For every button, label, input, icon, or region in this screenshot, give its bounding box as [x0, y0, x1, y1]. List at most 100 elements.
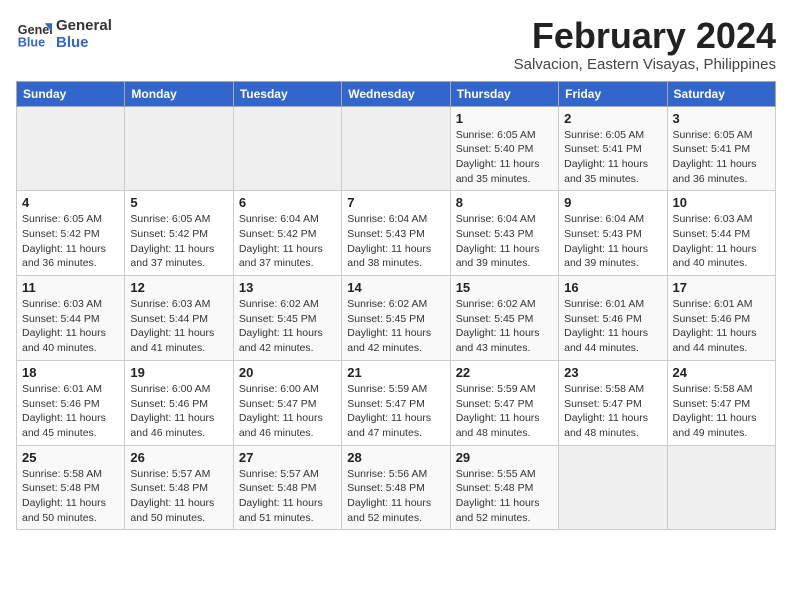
day-info: Sunrise: 6:01 AM Sunset: 5:46 PM Dayligh…	[564, 297, 661, 356]
column-header-wednesday: Wednesday	[342, 81, 450, 106]
title-area: February 2024 Salvacion, Eastern Visayas…	[514, 16, 776, 73]
day-info: Sunrise: 6:04 AM Sunset: 5:43 PM Dayligh…	[347, 212, 444, 271]
calendar-cell	[125, 106, 233, 191]
day-number: 23	[564, 365, 661, 380]
calendar-week-row: 18 Sunrise: 6:01 AM Sunset: 5:46 PM Dayli…	[17, 360, 776, 445]
column-header-friday: Friday	[559, 81, 667, 106]
day-info: Sunrise: 5:58 AM Sunset: 5:48 PM Dayligh…	[22, 467, 119, 526]
calendar-cell: 21Sunrise: 5:59 AM Sunset: 5:47 PM Dayli…	[342, 360, 450, 445]
calendar-header-row: SundayMondayTuesdayWednesdayThursdayFrid…	[17, 81, 776, 106]
day-info: Sunrise: 6:04 AM Sunset: 5:42 PM Dayligh…	[239, 212, 336, 271]
logo-line1: General	[56, 17, 112, 34]
calendar-cell: 3Sunrise: 6:05 AM Sunset: 5:41 PM Daylig…	[667, 106, 775, 191]
day-number: 26	[130, 450, 227, 465]
calendar-cell: 11 Sunrise: 6:03 AM Sunset: 5:44 PM Dayli…	[17, 276, 125, 361]
calendar-table: SundayMondayTuesdayWednesdayThursdayFrid…	[16, 81, 776, 531]
day-info: Sunrise: 6:02 AM Sunset: 5:45 PM Dayligh…	[347, 297, 444, 356]
month-title: February 2024	[514, 16, 776, 56]
day-info: Sunrise: 6:00 AM Sunset: 5:46 PM Dayligh…	[130, 382, 227, 441]
day-number: 18	[22, 365, 119, 380]
day-info: Sunrise: 5:58 AM Sunset: 5:47 PM Dayligh…	[564, 382, 661, 441]
day-number: 3	[673, 111, 770, 126]
calendar-cell: 25 Sunrise: 5:58 AM Sunset: 5:48 PM Dayli…	[17, 445, 125, 530]
day-info: Sunrise: 5:59 AM Sunset: 5:47 PM Dayligh…	[456, 382, 553, 441]
calendar-cell	[559, 445, 667, 530]
calendar-cell: 10 Sunrise: 6:03 AM Sunset: 5:44 PM Dayli…	[667, 191, 775, 276]
calendar-cell: 24 Sunrise: 5:58 AM Sunset: 5:47 PM Dayli…	[667, 360, 775, 445]
day-info: Sunrise: 6:02 AM Sunset: 5:45 PM Dayligh…	[239, 297, 336, 356]
day-number: 17	[673, 280, 770, 295]
logo: General Blue General Blue	[16, 16, 112, 52]
calendar-cell: 29Sunrise: 5:55 AM Sunset: 5:48 PM Dayli…	[450, 445, 558, 530]
day-number: 25	[22, 450, 119, 465]
day-number: 19	[130, 365, 227, 380]
day-info: Sunrise: 6:03 AM Sunset: 5:44 PM Dayligh…	[22, 297, 119, 356]
calendar-cell: 6Sunrise: 6:04 AM Sunset: 5:42 PM Daylig…	[233, 191, 341, 276]
day-info: Sunrise: 6:00 AM Sunset: 5:47 PM Dayligh…	[239, 382, 336, 441]
column-header-tuesday: Tuesday	[233, 81, 341, 106]
calendar-week-row: 25 Sunrise: 5:58 AM Sunset: 5:48 PM Dayli…	[17, 445, 776, 530]
calendar-cell: 26 Sunrise: 5:57 AM Sunset: 5:48 PM Dayli…	[125, 445, 233, 530]
logo-icon: General Blue	[16, 16, 52, 52]
day-info: Sunrise: 6:01 AM Sunset: 5:46 PM Dayligh…	[673, 297, 770, 356]
day-info: Sunrise: 6:01 AM Sunset: 5:46 PM Dayligh…	[22, 382, 119, 441]
calendar-cell: 23 Sunrise: 5:58 AM Sunset: 5:47 PM Dayli…	[559, 360, 667, 445]
calendar-cell: 20Sunrise: 6:00 AM Sunset: 5:47 PM Dayli…	[233, 360, 341, 445]
calendar-cell: 12Sunrise: 6:03 AM Sunset: 5:44 PM Dayli…	[125, 276, 233, 361]
calendar-cell: 28 Sunrise: 5:56 AM Sunset: 5:48 PM Dayli…	[342, 445, 450, 530]
calendar-week-row: 1 Sunrise: 6:05 AM Sunset: 5:40 PM Daylig…	[17, 106, 776, 191]
calendar-cell	[342, 106, 450, 191]
subtitle: Salvacion, Eastern Visayas, Philippines	[514, 56, 776, 73]
calendar-cell	[667, 445, 775, 530]
calendar-cell: 15Sunrise: 6:02 AM Sunset: 5:45 PM Dayli…	[450, 276, 558, 361]
calendar-cell	[17, 106, 125, 191]
day-info: Sunrise: 6:04 AM Sunset: 5:43 PM Dayligh…	[456, 212, 553, 271]
column-header-thursday: Thursday	[450, 81, 558, 106]
calendar-cell: 5 Sunrise: 6:05 AM Sunset: 5:42 PM Daylig…	[125, 191, 233, 276]
day-info: Sunrise: 5:56 AM Sunset: 5:48 PM Dayligh…	[347, 467, 444, 526]
day-info: Sunrise: 6:03 AM Sunset: 5:44 PM Dayligh…	[673, 212, 770, 271]
day-number: 13	[239, 280, 336, 295]
column-header-sunday: Sunday	[17, 81, 125, 106]
day-info: Sunrise: 5:57 AM Sunset: 5:48 PM Dayligh…	[130, 467, 227, 526]
calendar-cell: 8 Sunrise: 6:04 AM Sunset: 5:43 PM Daylig…	[450, 191, 558, 276]
day-number: 11	[22, 280, 119, 295]
day-number: 5	[130, 195, 227, 210]
day-info: Sunrise: 5:57 AM Sunset: 5:48 PM Dayligh…	[239, 467, 336, 526]
logo-line2: Blue	[56, 34, 112, 51]
calendar-cell: 27 Sunrise: 5:57 AM Sunset: 5:48 PM Dayli…	[233, 445, 341, 530]
day-info: Sunrise: 6:05 AM Sunset: 5:42 PM Dayligh…	[130, 212, 227, 271]
calendar-cell: 1 Sunrise: 6:05 AM Sunset: 5:40 PM Daylig…	[450, 106, 558, 191]
day-number: 14	[347, 280, 444, 295]
day-number: 1	[456, 111, 553, 126]
day-number: 22	[456, 365, 553, 380]
column-header-monday: Monday	[125, 81, 233, 106]
day-number: 24	[673, 365, 770, 380]
calendar-cell: 9 Sunrise: 6:04 AM Sunset: 5:43 PM Daylig…	[559, 191, 667, 276]
calendar-cell: 7Sunrise: 6:04 AM Sunset: 5:43 PM Daylig…	[342, 191, 450, 276]
day-info: Sunrise: 6:05 AM Sunset: 5:41 PM Dayligh…	[564, 128, 661, 187]
day-info: Sunrise: 6:03 AM Sunset: 5:44 PM Dayligh…	[130, 297, 227, 356]
day-number: 28	[347, 450, 444, 465]
day-number: 4	[22, 195, 119, 210]
day-number: 16	[564, 280, 661, 295]
calendar-cell	[233, 106, 341, 191]
calendar-week-row: 4 Sunrise: 6:05 AM Sunset: 5:42 PM Daylig…	[17, 191, 776, 276]
day-info: Sunrise: 6:04 AM Sunset: 5:43 PM Dayligh…	[564, 212, 661, 271]
day-number: 2	[564, 111, 661, 126]
day-number: 29	[456, 450, 553, 465]
day-number: 27	[239, 450, 336, 465]
day-info: Sunrise: 5:58 AM Sunset: 5:47 PM Dayligh…	[673, 382, 770, 441]
calendar-cell: 2 Sunrise: 6:05 AM Sunset: 5:41 PM Daylig…	[559, 106, 667, 191]
day-number: 15	[456, 280, 553, 295]
calendar-cell: 13 Sunrise: 6:02 AM Sunset: 5:45 PM Dayli…	[233, 276, 341, 361]
day-number: 21	[347, 365, 444, 380]
day-number: 9	[564, 195, 661, 210]
calendar-cell: 18 Sunrise: 6:01 AM Sunset: 5:46 PM Dayli…	[17, 360, 125, 445]
svg-text:Blue: Blue	[18, 36, 45, 50]
day-info: Sunrise: 6:05 AM Sunset: 5:40 PM Dayligh…	[456, 128, 553, 187]
day-number: 8	[456, 195, 553, 210]
header: General Blue General Blue February 2024 …	[16, 16, 776, 73]
calendar-week-row: 11 Sunrise: 6:03 AM Sunset: 5:44 PM Dayli…	[17, 276, 776, 361]
day-number: 10	[673, 195, 770, 210]
